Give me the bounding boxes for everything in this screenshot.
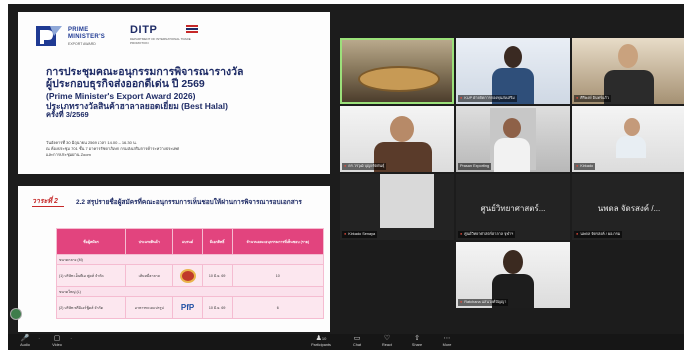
chevron-up-icon[interactable]: ˆ	[39, 337, 40, 342]
table-row: (1) บริษัท เอ็นพีเอ ฟูดส์ จำกัด เส้นหมี่…	[55, 264, 325, 287]
pm-award-mark-icon	[36, 26, 62, 46]
section-label: ขนาดใหญ่ (L)	[56, 286, 324, 297]
column-header: ชื่อผู้สมัคร	[55, 228, 127, 255]
participant-tile[interactable]: ● Ratchana แสนวงศ์ปัญญา	[456, 242, 570, 308]
shared-screen: PRIME MINISTER'S EXPORT AWARD DITP DEPAR…	[18, 12, 330, 332]
mic-muted-icon: ●	[576, 96, 579, 100]
microphone-muted-icon: 🎤	[20, 335, 30, 342]
agenda-tag: วาระที่ 2	[32, 196, 64, 207]
participant-tile[interactable]: ศูนย์วิทยาศาสตร์... ● ศูนย์วิทยาศาสตร์ฮาล…	[456, 174, 570, 240]
section-label: ขนาดกลาง (M)	[56, 254, 324, 265]
more-button[interactable]: ⋯ More	[434, 335, 460, 347]
participant-video	[618, 44, 638, 68]
zoom-meeting-window: PRIME MINISTER'S EXPORT AWARD DITP DEPAR…	[8, 4, 684, 350]
minimized-video-bubble[interactable]	[10, 308, 22, 320]
mic-muted-icon: ●	[576, 232, 579, 236]
mic-muted-icon: ●	[460, 300, 463, 304]
participant-tile[interactable]: ● ดร.วรวุฒิ บุญยรัตพันธุ์	[340, 106, 454, 172]
column-header: จำนวนคณะอนุกรรมการที่เห็นชอบ (ราย)	[231, 228, 325, 255]
participant-tile[interactable]: ● Kirkado	[572, 106, 684, 172]
slide-title: PRIME MINISTER'S EXPORT AWARD DITP DEPAR…	[18, 12, 330, 174]
chat-bubble-icon: ▭	[353, 335, 361, 342]
column-header: ประเภทสินค้า	[125, 228, 174, 255]
mic-muted-icon: ●	[576, 164, 579, 168]
participant-video	[624, 118, 640, 136]
participant-video	[504, 46, 522, 68]
participant-tile[interactable]: ● KUP ฝ่ายจัดการกองทุนส่งเสริม	[456, 38, 570, 104]
participant-tile[interactable]	[340, 38, 454, 104]
slide-agenda: วาระที่ 2 2.2 สรุปรายชื่อผู้สมัครที่คณะอ…	[18, 186, 330, 332]
mic-muted-icon: ●	[344, 164, 347, 168]
ditp-stripes-icon	[186, 25, 198, 33]
mic-muted-icon: ●	[460, 96, 463, 100]
participant-tile[interactable]: นพดล จัดรสงค์ /... ● นพดล จัดรสงค์ / ผอ.ก…	[572, 174, 684, 240]
agenda-heading: 2.2 สรุปรายชื่อผู้สมัครที่คณะอนุกรรมการเ…	[76, 199, 302, 206]
audio-button[interactable]: 🎤 Audio ˆ	[12, 335, 40, 347]
meeting-toolbar: 🎤 Audio ˆ ▢ Video ˆ ♟10 Participants ▭ C…	[8, 334, 684, 350]
brand-pfp-logo: PfP	[180, 303, 195, 312]
column-header: มีเอกสิทธิ์	[201, 228, 233, 255]
participant-tile[interactable]: ● ศิริพงษ์ อินทร์แก้ว	[572, 38, 684, 104]
applicants-table: ชื่อผู้สมัคร ประเภทสินค้า แบรนด์ มีเอกสิ…	[55, 228, 325, 319]
share-screen-icon: ⇧	[414, 335, 420, 342]
participant-tile[interactable]: Prasan Exporting	[456, 106, 570, 172]
chat-button[interactable]: ▭ Chat	[344, 335, 370, 347]
mic-muted-icon: ●	[344, 232, 347, 236]
column-header: แบรนด์	[172, 228, 203, 255]
table-row: (2) บริษัท พรีมิเอร์ฟู้ดส์ จำกัด อาหารทะ…	[55, 296, 325, 319]
meeting-table	[358, 66, 440, 92]
participants-button[interactable]: ♟10 Participants	[304, 335, 338, 347]
prime-ministers-export-award-logo: PRIME MINISTER'S EXPORT AWARD	[36, 24, 126, 50]
participant-tile[interactable]: ● Kirkado Senaya	[340, 174, 454, 240]
share-button[interactable]: ⇧ Share	[404, 335, 430, 347]
react-button[interactable]: ♡ React	[374, 335, 400, 347]
slide-title-block: การประชุมคณะอนุกรรมการพิจารณารางวัล ผู้ป…	[46, 66, 244, 119]
meeting-info: วันอังคารที่ 30 มิถุนายน 2569 เวลา 14.00…	[46, 140, 180, 158]
more-dots-icon: ⋯	[443, 335, 451, 342]
mic-muted-icon: ●	[460, 232, 463, 236]
participants-icon: ♟10	[315, 335, 327, 342]
brand-seal-logo	[179, 268, 196, 283]
video-button[interactable]: ▢ Video ˆ	[44, 335, 72, 347]
heart-icon: ♡	[383, 335, 391, 342]
participant-video	[390, 116, 414, 142]
participant-name: ศูนย์วิทยาศาสตร์...	[480, 204, 546, 213]
chevron-up-icon[interactable]: ˆ	[71, 337, 72, 342]
ditp-logo: DITP DEPARTMENT OF INTERNATIONAL TRADE P…	[130, 24, 200, 48]
participant-video	[503, 250, 523, 274]
participant-video	[503, 118, 521, 138]
participant-name: นพดล จัดรสงค์ /...	[597, 204, 661, 213]
video-camera-icon: ▢	[53, 335, 61, 342]
